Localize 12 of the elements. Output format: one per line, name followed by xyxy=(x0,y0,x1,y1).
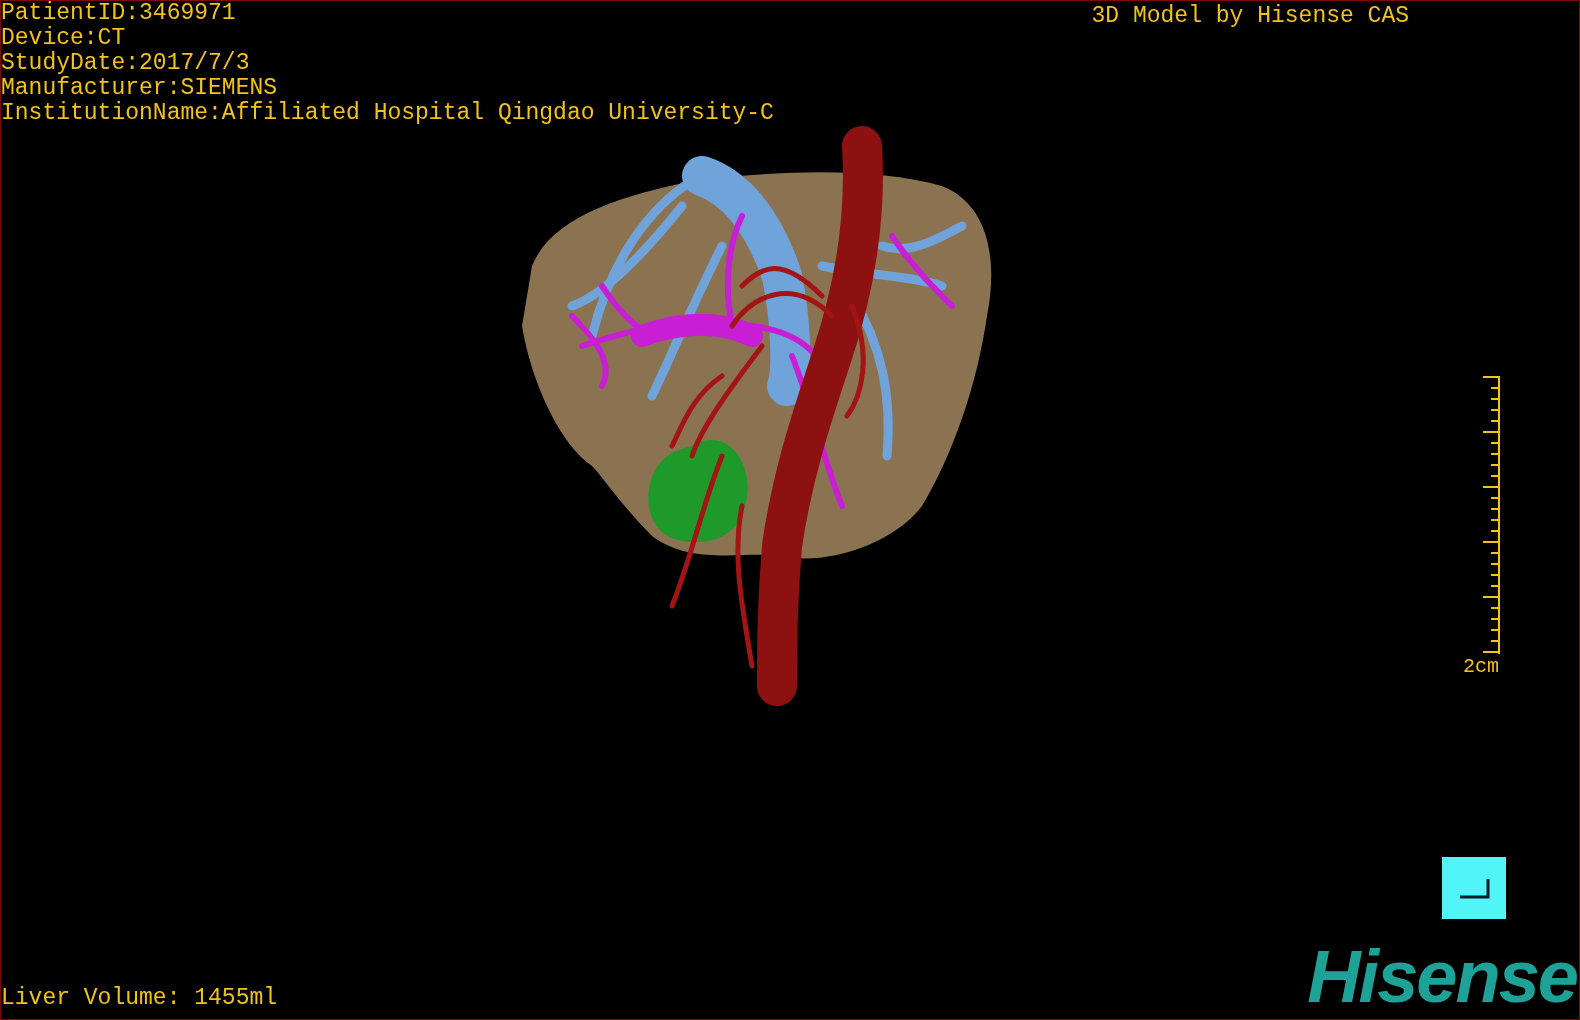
scale-label: 2cm xyxy=(1463,654,1499,679)
patient-info-text: Device:CT xyxy=(1,26,127,51)
patient-info-text: PatientID:3469971 xyxy=(1,1,237,26)
brand-logo: Hisense xyxy=(1307,945,1577,1009)
patient-info-text: Manufacturer:SIEMENS xyxy=(1,76,279,101)
liver-volume-text: Liver Volume: 1455ml xyxy=(1,984,278,1013)
corner-button[interactable] xyxy=(1442,857,1506,919)
patient-info-text: StudyDate:2017/7/3 xyxy=(1,51,251,76)
patient-info-text: InstitutionName:Affiliated Hospital Qingdao University-C xyxy=(1,101,774,126)
model-title: 3D Model by Hisense CAS xyxy=(1091,2,1409,31)
corner-icon xyxy=(1458,877,1490,899)
scale-bar-icon xyxy=(1483,374,1501,655)
